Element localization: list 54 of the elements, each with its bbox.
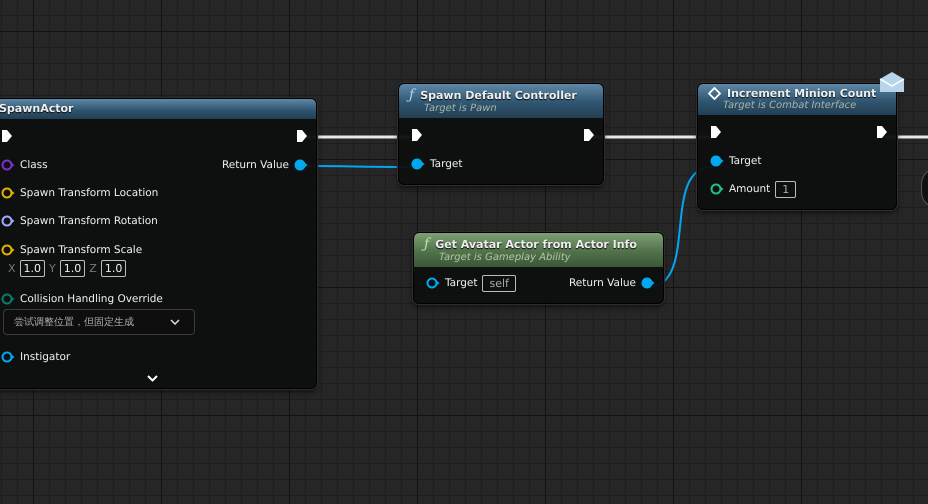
exec-pin[interactable] xyxy=(296,129,308,143)
data-pin[interactable] xyxy=(411,158,425,170)
data-pin[interactable] xyxy=(1,215,15,227)
exec-pin[interactable] xyxy=(876,125,888,139)
graph-node[interactable]: ƒ Get Avatar Actor from Actor Info Target is Gameplay Ability Target self Return Value xyxy=(413,232,664,304)
data-pin[interactable] xyxy=(641,277,655,289)
data-pin[interactable] xyxy=(1,187,15,199)
pin-label: Spawn Transform Rotation xyxy=(20,215,158,227)
node-title: Spawn Default Controller xyxy=(420,88,577,102)
value-field[interactable]: 1 xyxy=(775,180,796,198)
value-field[interactable]: self xyxy=(482,274,516,292)
node-title: Increment Minion Count xyxy=(727,87,876,100)
axis-label: Z xyxy=(89,262,97,274)
pin-label: Spawn Transform Scale xyxy=(20,244,142,256)
enum-dropdown[interactable]: 尝试调整位置，但固定生成 xyxy=(3,309,195,335)
envelope-icon xyxy=(879,71,905,93)
pin-label: Return Value xyxy=(222,159,289,171)
node-subtitle: Target is Combat Interface xyxy=(722,100,858,111)
node-title: SpawnActor xyxy=(0,102,74,115)
exec-pin[interactable] xyxy=(583,128,595,142)
pin-label: Spawn Transform Location xyxy=(20,187,158,199)
expand-chevron-icon[interactable] xyxy=(147,375,158,382)
value-field[interactable]: 1.0 xyxy=(60,260,86,276)
data-pin[interactable] xyxy=(710,155,724,167)
pin-label: Target xyxy=(729,155,762,167)
pin-label: Target xyxy=(430,158,462,170)
node-subtitle: Target is Pawn xyxy=(423,103,498,114)
diamond-icon xyxy=(708,87,721,100)
node-title: Get Avatar Actor from Actor Info xyxy=(435,238,637,250)
exec-pin[interactable] xyxy=(710,125,722,139)
data-pin[interactable] xyxy=(426,277,440,289)
pin-label: Instigator xyxy=(20,351,70,363)
value-field[interactable]: 1.0 xyxy=(100,260,126,276)
pin-label: Target xyxy=(445,277,478,289)
pin-label: Class xyxy=(20,159,48,171)
function-icon: ƒ xyxy=(409,87,414,103)
graph-node[interactable]: SpawnActor Class Return Value Spawn Transform Location Spawn Transform Rotation Spawn Transform Scale X 1.0 Y 1.0 Z 1.0 Collision Handling Override 尝试调整位置，但固定生成 Instigator xyxy=(0,98,317,389)
graph-node[interactable]: Increment Minion Count Target is Combat Interface Target Amount 1 xyxy=(697,83,897,210)
axis-label: Y xyxy=(49,262,56,274)
axis-label: X xyxy=(8,262,16,274)
value-field[interactable]: 1.0 xyxy=(20,260,46,276)
data-pin[interactable] xyxy=(1,351,15,363)
pin-label: Collision Handling Override xyxy=(20,293,163,305)
pin-label: Amount xyxy=(729,183,770,195)
data-pin[interactable] xyxy=(294,159,308,171)
graph-node[interactable]: ƒ Spawn Default Controller Target is Pawn Target xyxy=(398,83,604,185)
exec-pin[interactable] xyxy=(411,128,423,142)
exec-pin[interactable] xyxy=(1,129,13,143)
chevron-down-icon xyxy=(170,319,180,325)
data-pin[interactable] xyxy=(1,244,15,256)
node-subtitle: Target is Gameplay Ability xyxy=(438,252,572,263)
function-icon: ƒ xyxy=(424,236,430,252)
pin-label: Return Value xyxy=(568,277,636,289)
data-pin[interactable] xyxy=(710,183,724,195)
